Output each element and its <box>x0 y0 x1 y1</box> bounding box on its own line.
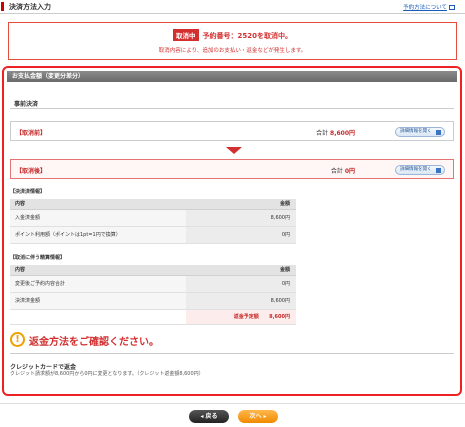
alert-main: 取消中 予約番号：2520を取消中。 <box>9 29 456 41</box>
refund-total: 返金予定額 8,600円 <box>186 309 296 325</box>
table-header-row: 内容 金額 <box>10 265 296 276</box>
cancel-alert: 取消中 予約番号：2520を取消中。 取消内容により、追加のお支払い・返金などが発… <box>8 22 457 60</box>
before-cancel-label: 【取消前】 <box>16 130 47 137</box>
external-link-icon <box>449 5 455 10</box>
before-details-button[interactable]: 詳細情報を開く <box>395 127 445 137</box>
after-cancel-label: 【取消後】 <box>16 168 47 175</box>
sum-label: 合計 <box>330 168 343 175</box>
back-button[interactable]: ◂ 戻る <box>189 410 229 423</box>
exclamation-icon: ! <box>10 332 25 347</box>
row-item: 入金済金額 <box>10 209 186 227</box>
details-button-label[interactable]: 詳細情報を開く <box>400 167 432 172</box>
expand-icon <box>436 168 441 173</box>
alert-main-text: 予約番号：2520を取消中。 <box>202 32 292 40</box>
help-link-label[interactable]: 予約方法について <box>403 5 447 11</box>
row-amount: 8,600円 <box>186 209 296 227</box>
refund-total-label: 返金予定額 <box>233 314 259 320</box>
table-row: 決済済金額 8,600円 <box>10 292 296 310</box>
row-item: ポイント利用額（ポイントは1pt=1円で換算） <box>10 226 186 244</box>
divider <box>10 108 454 109</box>
table-row: 変更後ご予約内容合計 0円 <box>10 275 296 293</box>
sum-value: 8,600円 <box>330 130 355 137</box>
cancellation-title: 【取消に伴う精算情報】 <box>10 255 66 261</box>
sum-label: 合計 <box>316 130 329 137</box>
row-item: 変更後ご予約内容合計 <box>10 275 186 293</box>
refund-warning-text: 返金方法をご確認ください。 <box>29 337 159 348</box>
page-title: 決済方法入力 <box>9 3 51 11</box>
expand-icon <box>436 130 441 135</box>
page-header: 決済方法入力 予約方法について <box>0 0 465 14</box>
column-header: 金額 <box>186 265 296 276</box>
column-header: 内容 <box>10 199 186 210</box>
after-cancel-sum: 合計 0円 <box>331 166 355 175</box>
divider <box>10 353 454 354</box>
row-item: 決済済金額 <box>10 292 186 310</box>
column-header: 内容 <box>10 265 186 276</box>
prepayment-subtitle: 事前決済 <box>14 101 39 108</box>
help-link[interactable]: 予約方法について <box>403 3 455 11</box>
table-header-row: 内容 金額 <box>10 199 296 210</box>
row-amount: 0円 <box>186 226 296 244</box>
details-button-label[interactable]: 詳細情報を開く <box>400 129 432 134</box>
alert-sub-text: 取消内容により、追加のお支払い・返金などが発生します。 <box>158 48 307 54</box>
down-arrow-icon <box>226 147 242 154</box>
sum-value: 0円 <box>344 168 355 175</box>
payment-section-title: お支払金額（変更分差分） <box>7 71 457 82</box>
settlement-table: 内容 金額 入金済金額 8,600円 ポイント利用額（ポイントは1pt=1円で換… <box>10 199 296 244</box>
after-cancel-box: 【取消後】 合計 0円 詳細情報を開く <box>10 159 454 179</box>
refund-note: クレジット請求額が8,600円から0円に変更となります。（クレジット返金額8,6… <box>10 371 204 377</box>
after-details-button[interactable]: 詳細情報を開く <box>395 165 445 175</box>
column-header: 金額 <box>186 199 296 210</box>
row-amount: 8,600円 <box>186 292 296 310</box>
total-spacer <box>10 309 186 325</box>
status-badge: 取消中 <box>173 29 199 41</box>
row-amount: 0円 <box>186 275 296 293</box>
table-row: ポイント利用額（ポイントは1pt=1円で換算） 0円 <box>10 226 296 244</box>
settlement-title: 【決済済情報】 <box>10 189 46 195</box>
before-cancel-sum: 合計 8,600円 <box>316 128 355 137</box>
before-cancel-box: 【取消前】 合計 8,600円 詳細情報を開く <box>10 121 454 141</box>
total-row: 返金予定額 8,600円 <box>10 309 296 325</box>
refund-total-value: 8,600円 <box>269 314 290 320</box>
table-row: 入金済金額 8,600円 <box>10 209 296 227</box>
cancellation-table: 内容 金額 変更後ご予約内容合計 0円 決済済金額 8,600円 返金予定額 8… <box>10 265 296 325</box>
divider <box>0 403 465 404</box>
payment-panel: お支払金額（変更分差分） 事前決済 【取消前】 合計 8,600円 詳細情報を開… <box>2 66 462 396</box>
header-accent <box>1 2 4 11</box>
next-button[interactable]: 次へ ▸ <box>238 410 278 423</box>
